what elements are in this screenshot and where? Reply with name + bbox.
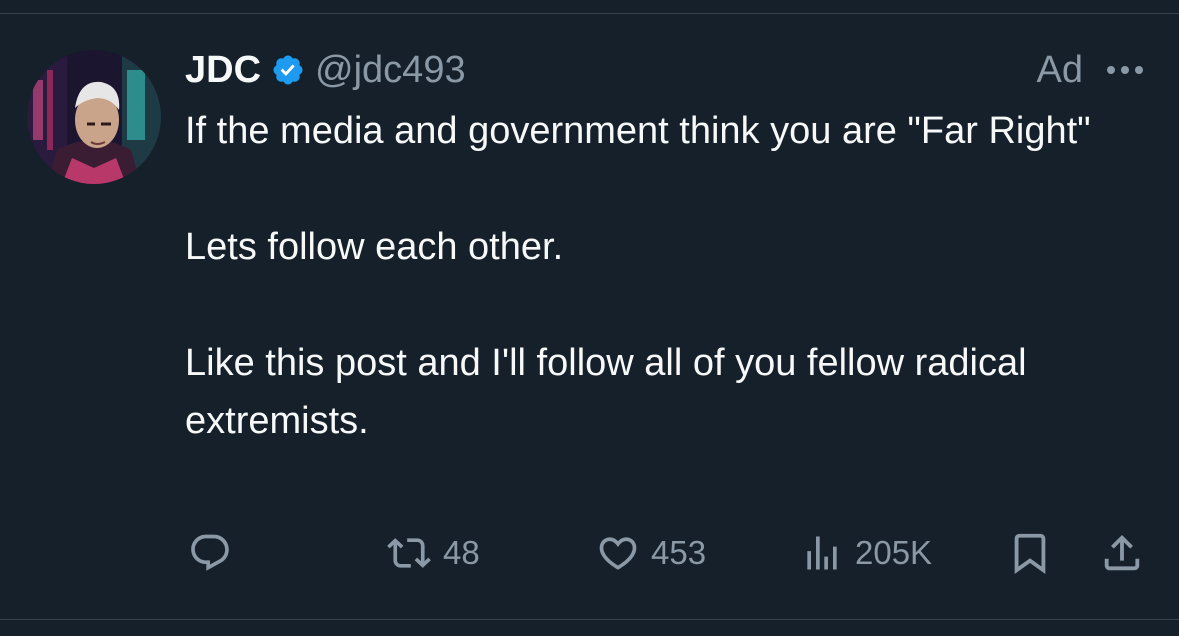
- views-icon: [799, 531, 845, 575]
- reply-button[interactable]: [187, 528, 233, 578]
- more-options-icon[interactable]: [1104, 56, 1146, 84]
- top-divider: [0, 13, 1179, 14]
- like-button[interactable]: 453: [595, 528, 706, 578]
- ad-label: Ad: [1036, 49, 1083, 91]
- share-button[interactable]: [1099, 528, 1145, 578]
- views-button[interactable]: 205K: [799, 528, 932, 578]
- repost-icon: [385, 531, 433, 575]
- heart-icon: [595, 531, 641, 575]
- views-count: 205K: [855, 534, 933, 571]
- post-actions: 48 453 205K: [185, 528, 1145, 578]
- author-display-name[interactable]: JDC: [185, 49, 261, 92]
- author-handle[interactable]: @jdc493: [315, 49, 466, 92]
- post-text: If the media and government think you ar…: [185, 110, 1091, 442]
- bookmark-icon: [1007, 530, 1053, 576]
- avatar[interactable]: [27, 50, 161, 184]
- repost-button[interactable]: 48: [385, 528, 480, 578]
- reply-icon: [187, 531, 233, 575]
- repost-count: 48: [443, 534, 480, 571]
- share-icon: [1099, 530, 1145, 576]
- avatar-image: [27, 50, 161, 184]
- bookmark-button[interactable]: [1007, 528, 1053, 578]
- like-count: 453: [651, 534, 707, 571]
- verified-badge-icon: [271, 53, 305, 87]
- post-header: JDC @jdc493: [185, 46, 466, 94]
- bottom-divider: [0, 619, 1179, 620]
